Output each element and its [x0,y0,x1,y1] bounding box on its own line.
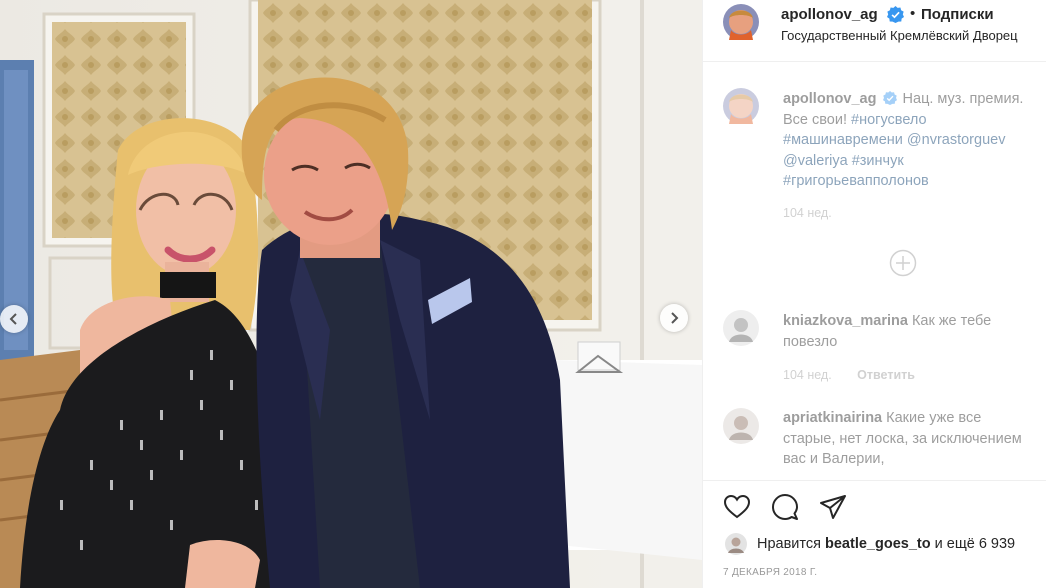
reply-button[interactable]: Ответить [857,368,915,382]
comment-bubble-icon[interactable] [771,493,799,521]
carousel-prev-button[interactable] [0,305,28,333]
heart-icon[interactable] [723,493,751,521]
following-button[interactable]: Подписки [921,6,994,23]
comment-item: kniazkova_marina Как же тебе повезло [783,311,1033,352]
mention-link[interactable]: @valeriya [783,153,848,169]
header-separator: • [910,5,916,22]
author-username[interactable]: apollonov_ag [781,6,878,23]
caption-time[interactable]: 104 нед. [783,206,832,220]
comment-item: apriatkinairina Какие уже все старые, не… [783,408,1033,470]
likes-summary[interactable]: Нравится beatle_goes_to и ещё 6 939 [725,533,1015,555]
likes-suffix[interactable]: и ещё 6 939 [935,536,1016,552]
chevron-left-icon [9,313,17,325]
caption-meta: 104 нед. [783,206,832,220]
likes-text: Нравится beatle_goes_to и ещё 6 939 [757,536,1015,552]
comment-meta: 104 нед. Ответить [783,368,915,382]
liker-username[interactable]: beatle_goes_to [825,536,931,552]
post-actions: Нравится beatle_goes_to и ещё 6 939 7 де… [703,480,1046,588]
hashtag-link[interactable]: #машинавремени [783,132,903,148]
post-header: apollonov_ag • Подписки Государственный … [703,0,1046,62]
hashtag-link[interactable]: #ногусвело [851,112,927,128]
author-avatar[interactable] [723,4,759,40]
carousel-next-button[interactable] [660,304,688,332]
caption-author-avatar[interactable] [723,88,759,124]
plus-circle-icon[interactable] [889,249,917,277]
post-date[interactable]: 7 декабря 2018 г. [723,567,817,578]
comment-username[interactable]: apriatkinairina [783,410,882,426]
verified-badge-icon [882,91,897,105]
commenter-avatar[interactable] [723,310,759,346]
verified-badge-icon [887,6,904,23]
post-photo[interactable] [0,0,702,588]
mention-link[interactable]: @nvrastorguev [907,132,1006,148]
comment-username[interactable]: kniazkova_marina [783,313,908,329]
hashtag-link[interactable]: #григорьевапполонов [783,173,929,189]
comments-list[interactable]: apollonov_ag Нац. муз. премия. Все свои!… [703,63,1046,480]
photo-image [0,0,702,588]
likes-prefix: Нравится [757,536,821,552]
paper-plane-icon[interactable] [819,493,847,521]
comment-time[interactable]: 104 нед. [783,368,832,382]
caption-username[interactable]: apollonov_ag [783,91,876,107]
liker-avatar [725,533,747,555]
chevron-right-icon [671,312,679,324]
location-link[interactable]: Государственный Кремлёвский Дворец [781,28,1018,43]
post-caption: apollonov_ag Нац. муз. премия. Все свои!… [783,89,1033,192]
commenter-avatar[interactable] [723,408,759,444]
post-details-pane: apollonov_ag • Подписки Государственный … [702,0,1046,588]
hashtag-link[interactable]: #зинчук [852,153,904,169]
